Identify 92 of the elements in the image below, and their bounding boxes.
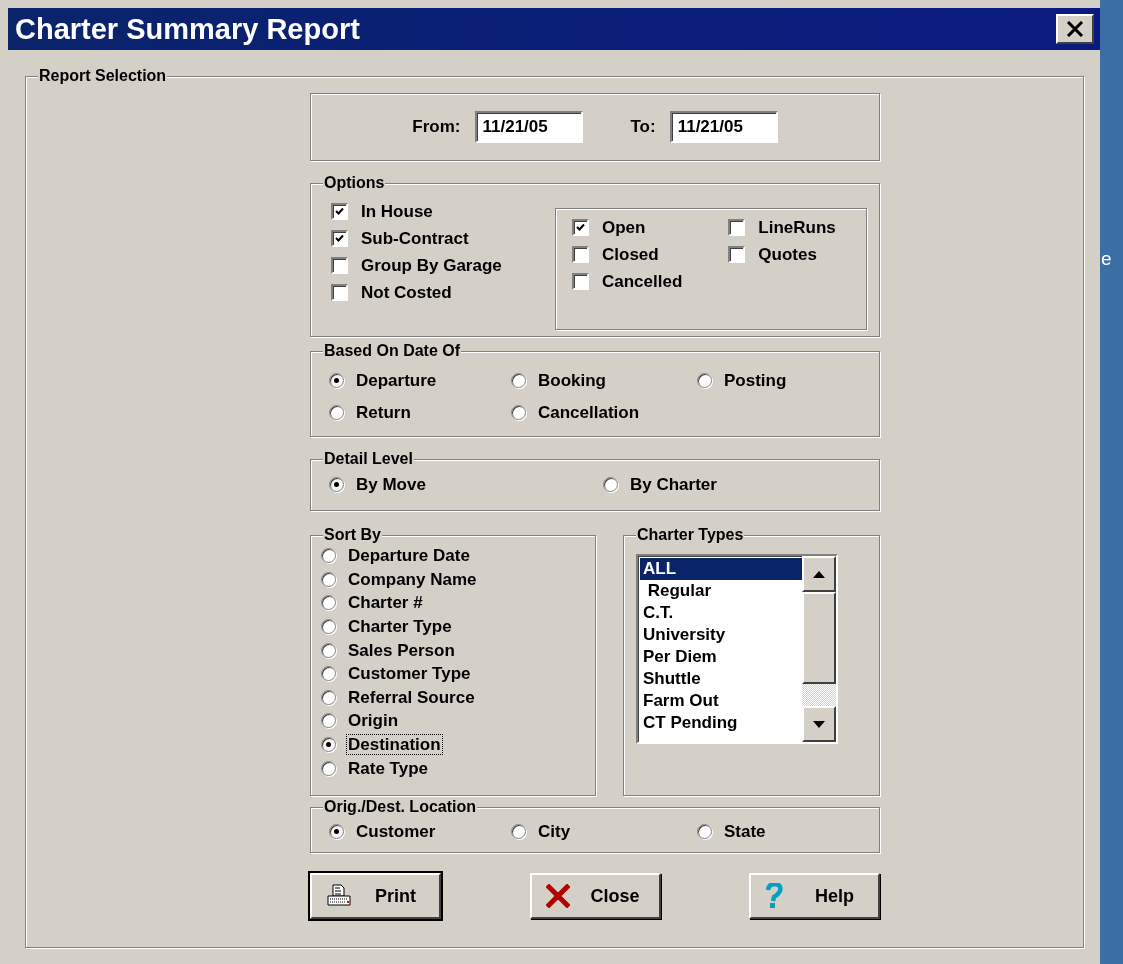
checkbox-label[interactable]: Cancelled [602, 271, 683, 292]
close-button[interactable]: Close [529, 873, 661, 919]
checkbox-label[interactable]: Sub-Contract [361, 228, 469, 249]
print-button[interactable]: Print [310, 873, 441, 919]
up-arrow-icon [813, 570, 825, 578]
checkbox-label[interactable]: Closed [602, 244, 659, 265]
checkmark-icon [576, 223, 585, 232]
radio-button[interactable] [697, 823, 712, 839]
radio-button[interactable] [511, 404, 526, 420]
radio-label[interactable]: Return [354, 401, 413, 423]
help-button[interactable]: Help [749, 873, 880, 919]
checkmark-icon [335, 234, 344, 243]
radio-button[interactable] [329, 823, 344, 839]
list-item[interactable]: C.T. [640, 602, 802, 624]
radio-button[interactable] [321, 737, 336, 753]
checkbox[interactable] [331, 257, 348, 274]
scroll-thumb[interactable] [802, 592, 836, 684]
radio-button[interactable] [329, 476, 344, 492]
radio-label[interactable]: By Move [354, 473, 428, 495]
checkbox-label[interactable]: LineRuns [758, 217, 836, 238]
radio-label[interactable]: Sales Person [346, 639, 457, 661]
radio-label[interactable]: Referral Source [346, 686, 477, 708]
radio-label[interactable]: Departure [354, 369, 439, 391]
checkbox[interactable] [728, 219, 746, 236]
list-item[interactable]: Farm Out [640, 690, 802, 712]
down-arrow-icon [813, 720, 825, 728]
radio-label[interactable]: By Charter [628, 473, 719, 495]
radio-label[interactable]: Origin [346, 710, 401, 732]
window-title: Charter Summary Report [15, 12, 360, 46]
checkbox[interactable] [572, 246, 589, 263]
from-date-field[interactable]: 11/21/05 [474, 111, 583, 143]
from-label: From: [412, 117, 461, 137]
checkbox-label[interactable]: Group By Garage [361, 255, 502, 276]
checkbox[interactable] [728, 246, 746, 263]
radio-button[interactable] [697, 372, 712, 388]
radio-button[interactable] [321, 548, 336, 564]
group-title: Sort By [323, 525, 382, 545]
radio-label[interactable]: Customer Type [346, 663, 473, 685]
scrollbar[interactable] [802, 556, 836, 742]
radio-button[interactable] [321, 595, 336, 611]
checkbox[interactable] [572, 219, 589, 236]
radio-label[interactable]: Charter # [346, 592, 425, 614]
list-item[interactable]: CT Pending [640, 712, 802, 734]
radio-button[interactable] [321, 689, 336, 705]
list-item[interactable]: University [640, 624, 802, 646]
checkbox[interactable] [331, 230, 348, 247]
checkmark-icon [335, 207, 344, 216]
radio-label[interactable]: Company Name [346, 568, 479, 590]
radio-button[interactable] [511, 372, 526, 388]
group-title: Orig./Dest. Location [323, 797, 477, 817]
radio-button[interactable] [321, 713, 336, 729]
radio-label[interactable]: Destination [346, 734, 443, 756]
close-icon [1066, 21, 1084, 37]
x-mark-icon [545, 884, 570, 908]
list-item[interactable]: Per Diem [640, 646, 802, 668]
radio-label[interactable]: City [536, 820, 573, 842]
radio-label[interactable]: State [722, 820, 768, 842]
list-item[interactable]: ALL [640, 558, 802, 580]
checkbox-label[interactable]: Quotes [758, 244, 817, 265]
help-icon [765, 883, 783, 909]
radio-label[interactable]: Cancellation [536, 401, 642, 423]
radio-label[interactable]: Booking [536, 369, 608, 391]
group-title: Options [323, 173, 386, 193]
to-date-field[interactable]: 11/21/05 [669, 111, 778, 143]
radio-label[interactable]: Posting [722, 369, 789, 391]
radio-button[interactable] [329, 372, 344, 388]
radio-button[interactable] [321, 642, 336, 658]
checkbox-label[interactable]: Not Costed [361, 282, 452, 303]
group-title: Report Selection [38, 66, 168, 86]
checkbox[interactable] [331, 284, 348, 301]
radio-button[interactable] [321, 619, 336, 635]
list-item[interactable]: Regular [640, 580, 802, 602]
charter-types-list[interactable]: ALL Regular C.T. University Per Diem Shuttle Farm Out CT Pending [636, 554, 838, 744]
to-label: To: [630, 117, 656, 137]
scroll-down-button[interactable] [802, 706, 836, 742]
checkbox-label[interactable]: Open [602, 217, 646, 238]
radio-button[interactable] [329, 404, 344, 420]
background-text: e [1101, 247, 1113, 271]
close-window-button[interactable] [1056, 14, 1094, 44]
checkbox[interactable] [331, 203, 348, 220]
radio-label[interactable]: Charter Type [346, 616, 454, 638]
radio-button[interactable] [321, 666, 336, 682]
printer-icon [326, 883, 352, 909]
checkbox[interactable] [572, 273, 589, 290]
radio-label[interactable]: Departure Date [346, 545, 472, 567]
radio-label[interactable]: Rate Type [346, 757, 430, 779]
checkbox-label[interactable]: In House [361, 201, 433, 222]
radio-button[interactable] [321, 571, 336, 587]
group-title: Charter Types [636, 525, 745, 545]
list-item[interactable]: Shuttle [640, 668, 802, 690]
scroll-up-button[interactable] [802, 556, 836, 592]
radio-label[interactable]: Customer [354, 820, 438, 842]
